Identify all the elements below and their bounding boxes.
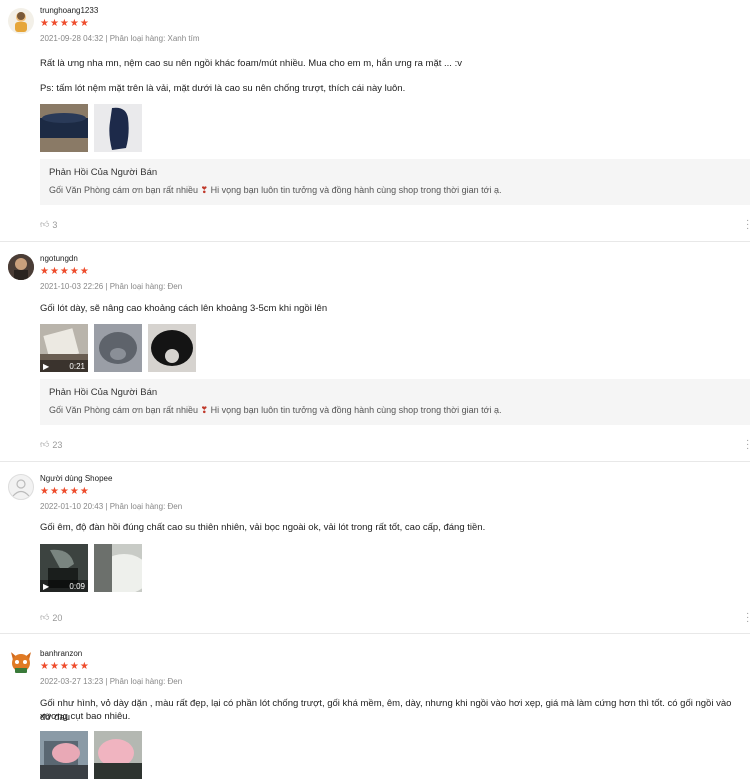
video-duration: 0:09 [69,581,85,591]
review-item: ngotungdn ★★★★★ 2021-10-03 22:26 | Phân … [0,242,750,462]
like-count: 20 [52,612,63,623]
avatar[interactable] [8,254,34,280]
review-item: Người dùng Shopee ★★★★★ 2022-01-10 20:43… [0,462,750,634]
reply-body: Gối Văn Phòng cám ơn bạn rất nhiều ❣ Hi … [49,405,502,416]
rating-stars: ★★★★★ [40,661,90,672]
seller-reply: Phản Hồi Của Người Bán Gối Văn Phòng cám… [40,379,750,425]
more-icon[interactable]: · · · [746,436,750,454]
review-item: trunghoang1233 ★★★★★ 2021-09-28 04:32 | … [0,0,750,242]
review-photo[interactable] [94,731,142,779]
more-icon[interactable]: · · · [746,216,750,234]
review-text: Rất là ưng nha mn, nệm cao su nên ngồi k… [40,58,462,69]
review-video[interactable]: ▶ 0:21 [40,324,88,372]
review-photo[interactable] [94,544,142,592]
review-photo[interactable] [94,324,142,372]
like-button[interactable]: 👍︎ 20 [40,612,62,623]
video-overlay: ▶ 0:09 [40,580,88,592]
rating-stars: ★★★★★ [40,486,90,497]
review-photo[interactable] [40,731,88,779]
video-duration: 0:21 [69,361,85,371]
review-meta: 2021-10-03 22:26 | Phân loại hàng: Đen [40,282,183,291]
reply-title: Phản Hồi Của Người Bán [49,387,158,398]
rating-stars: ★★★★★ [40,266,90,277]
reply-body-text: Hi vọng bạn luôn tin tưởng và đồng hành … [210,185,502,195]
review-username[interactable]: trunghoang1233 [40,6,98,15]
video-overlay: ▶ 0:21 [40,360,88,372]
review-photo[interactable] [40,104,88,152]
review-text: xương cụt bao nhiêu. [40,711,131,722]
reply-body: Gối Văn Phòng cám ơn bạn rất nhiều ❣ Hi … [49,185,502,196]
rating-stars: ★★★★★ [40,18,90,29]
review-photo[interactable] [94,104,142,152]
seller-reply: Phản Hồi Của Người Bán Gối Văn Phòng cám… [40,159,750,205]
like-count: 3 [52,219,58,230]
review-meta: 2021-09-28 04:32 | Phân loại hàng: Xanh … [40,34,200,43]
reply-body-text: Gối Văn Phòng cám ơn bạn rất nhiều [49,405,198,415]
review-meta: 2022-01-10 20:43 | Phân loại hàng: Đen [40,502,183,511]
review-username[interactable]: ngotungdn [40,254,78,263]
like-count: 23 [52,439,63,450]
review-username[interactable]: banhranzon [40,649,82,658]
thumb-up-icon: 👍︎ [40,612,50,622]
review-meta: 2022-03-27 13:23 | Phân loại hàng: Đen [40,677,183,686]
avatar[interactable] [8,8,34,34]
video-icon: ▶ [43,581,50,591]
heart-icon: ❣ [200,405,209,415]
review-text: Gối lót dày, sẽ nâng cao khoảng cách lên… [40,303,328,314]
reply-body-text: Hi vọng bạn luôn tin tưởng và đồng hành … [210,405,502,415]
review-photo[interactable] [148,324,196,372]
thumb-up-icon: 👍︎ [40,439,50,449]
reply-title: Phản Hồi Của Người Bán [49,167,158,178]
like-button[interactable]: 👍︎ 3 [40,219,57,230]
heart-icon: ❣ [200,185,209,195]
more-icon[interactable]: · · · [746,609,750,627]
video-icon: ▶ [43,361,50,371]
review-text: Ps: tấm lót nệm mặt trên là vải, mặt dướ… [40,83,406,94]
review-text: Gối êm, độ đàn hồi đúng chất cao su thiê… [40,522,486,533]
review-username[interactable]: Người dùng Shopee [40,474,112,483]
review-item: banhranzon ★★★★★ 2022-03-27 13:23 | Phân… [0,634,750,782]
thumb-up-icon: 👍︎ [40,219,50,229]
review-video[interactable]: ▶ 0:09 [40,544,88,592]
like-button[interactable]: 👍︎ 23 [40,439,62,450]
reply-body-text: Gối Văn Phòng cám ơn bạn rất nhiều [49,185,198,195]
avatar[interactable] [8,474,34,500]
avatar[interactable] [8,648,34,674]
